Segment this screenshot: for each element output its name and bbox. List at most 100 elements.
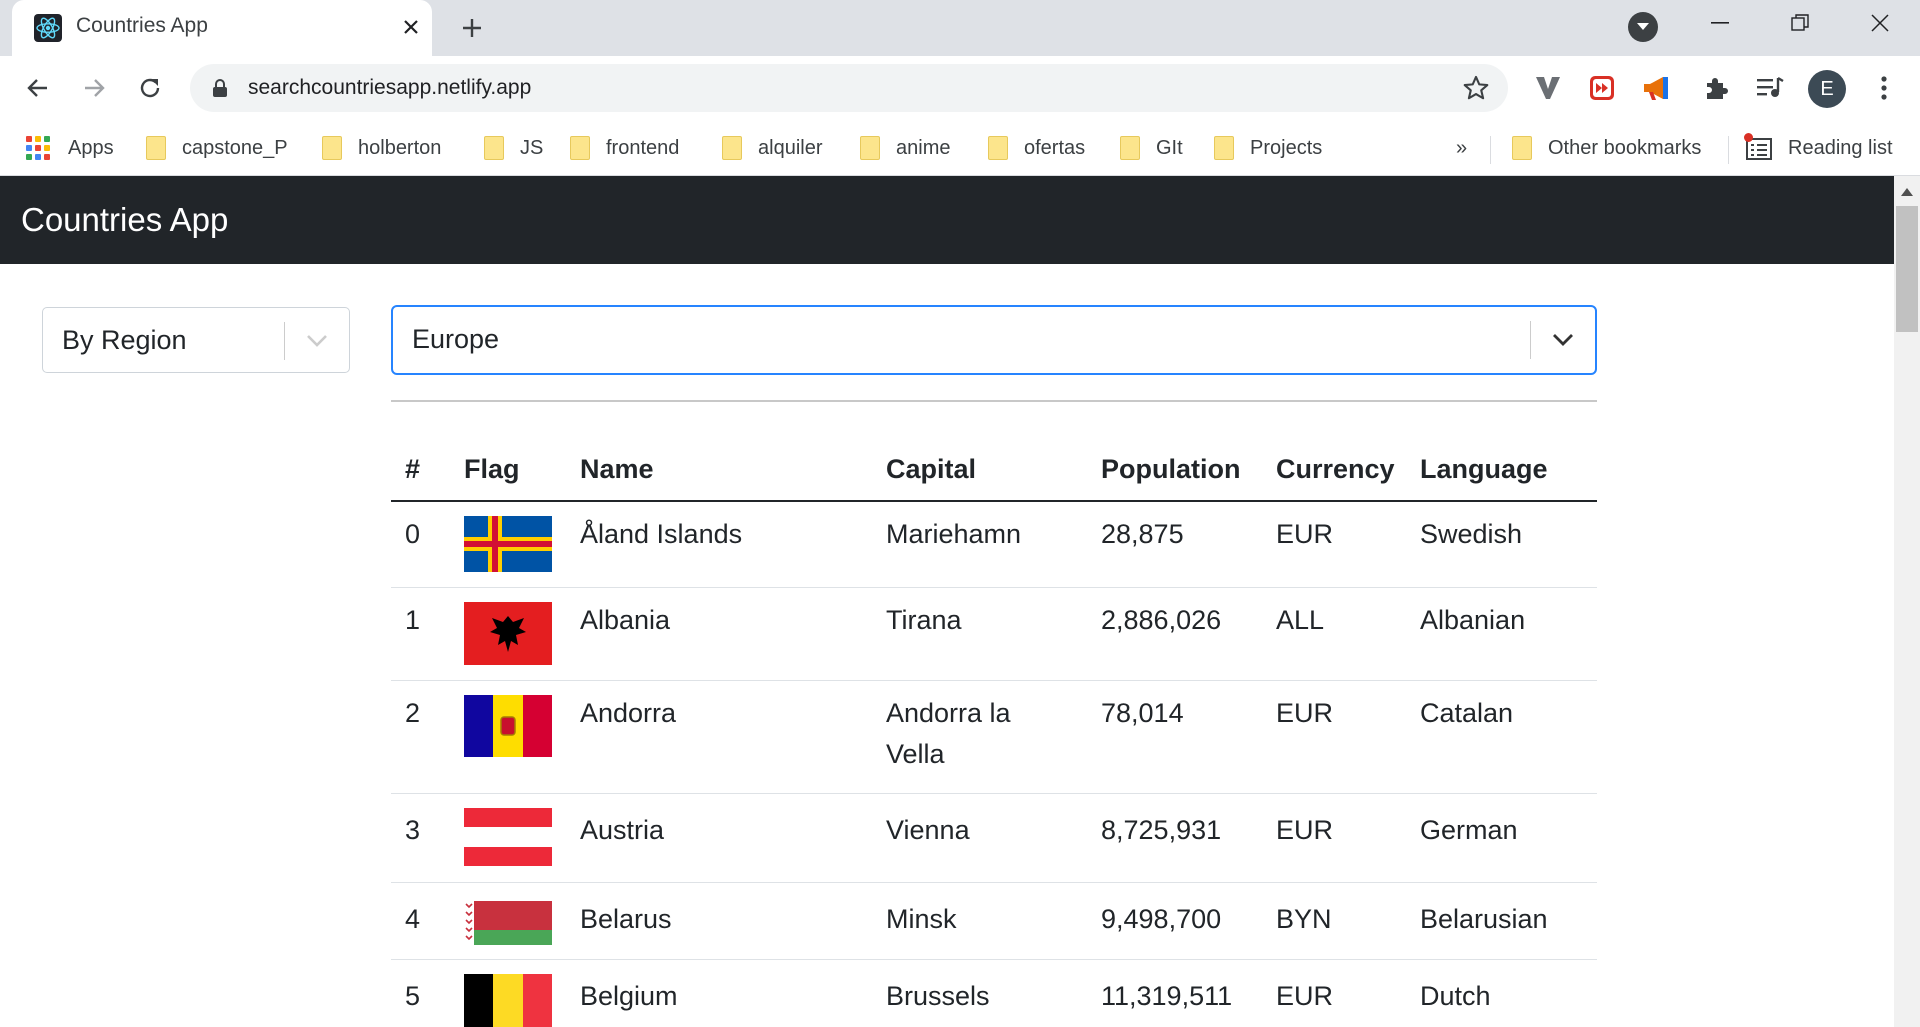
apps-grid-icon <box>26 136 50 160</box>
bookmark-apps[interactable]: Apps <box>26 130 114 166</box>
cell-language: German <box>1420 815 1518 845</box>
bookmark-label: JS <box>520 136 544 159</box>
table-header: # Flag Name Capital Population Currency … <box>391 444 1597 502</box>
column-header-capital: Capital <box>886 454 977 484</box>
profile-avatar[interactable]: E <box>1808 70 1846 108</box>
tab-close-icon[interactable] <box>394 10 428 44</box>
bookmark-folder-git[interactable]: GIt <box>1120 130 1183 166</box>
bookmark-folder-js[interactable]: JS <box>484 130 543 166</box>
cell-currency: ALL <box>1276 605 1325 635</box>
cell-currency: EUR <box>1276 519 1334 549</box>
folder-icon <box>860 136 880 160</box>
tab-title: Countries App <box>76 14 208 37</box>
cell-currency: EUR <box>1276 981 1334 1011</box>
bookmark-label: ofertas <box>1024 136 1086 159</box>
folder-icon <box>322 136 342 160</box>
vimeo-extension-icon[interactable] <box>1528 68 1568 108</box>
cell-population: 8,725,931 <box>1101 815 1222 845</box>
bookmarks-divider <box>1728 136 1729 164</box>
cell-index: 0 <box>405 519 421 549</box>
bookmark-folder-ofertas[interactable]: ofertas <box>988 130 1085 166</box>
address-bar[interactable]: searchcountriesapp.netlify.app <box>190 64 1508 112</box>
table-row[interactable]: 1 Albania Tirana 2,886,026 ALL Albanian <box>391 588 1597 681</box>
cell-population: 9,498,700 <box>1101 904 1222 934</box>
bookmark-label: capstone_P <box>182 136 288 159</box>
cell-language: Swedish <box>1420 519 1523 549</box>
bookmark-folder-projects[interactable]: Projects <box>1214 130 1322 166</box>
reading-list-icon <box>1744 133 1772 160</box>
chevron-down-icon[interactable] <box>297 326 337 356</box>
region-select[interactable]: Europe <box>391 305 1597 375</box>
table-row[interactable]: 3 Austria Vienna 8,725,931 EUR German <box>391 794 1597 883</box>
bookmarks-overflow-chevron-icon[interactable]: » <box>1456 130 1467 166</box>
media-queue-icon[interactable] <box>1750 68 1790 108</box>
table-row[interactable]: 2 Andorra Andorra la Vella 78,014 EUR Ca… <box>391 681 1597 794</box>
belgium-flag-image <box>464 974 552 1027</box>
bookmarks-divider <box>1490 136 1491 164</box>
bookmark-folder-alquiler[interactable]: alquiler <box>722 130 822 166</box>
new-tab-button[interactable] <box>453 9 491 47</box>
back-button[interactable] <box>18 68 58 108</box>
restore-button[interactable] <box>1760 0 1840 46</box>
table-row[interactable]: 0 Åland Islands Mariehamn 28,875 EUR Swe… <box>391 502 1597 588</box>
tab-strip: Countries App <box>0 0 1920 56</box>
page-scrollbar[interactable] <box>1894 176 1920 1027</box>
app-navbar: Countries App <box>0 176 1894 264</box>
bookmark-label: Other bookmarks <box>1548 136 1702 159</box>
folder-icon <box>1214 136 1234 160</box>
divider <box>391 400 1597 402</box>
folder-icon <box>146 136 166 160</box>
table-row[interactable]: 5 Belgium Brussels 11,319,511 EUR Dutch <box>391 960 1597 1027</box>
browser-toolbar: searchcountriesapp.netlify.app E <box>0 56 1920 120</box>
cell-population: 11,319,511 <box>1101 981 1233 1011</box>
app-brand[interactable]: Countries App <box>21 201 228 239</box>
bookmark-star-icon[interactable] <box>1462 74 1490 107</box>
cell-language: Belarusian <box>1420 904 1548 934</box>
cell-currency: BYN <box>1276 904 1332 934</box>
cell-capital: Andorra la Vella <box>886 698 1011 769</box>
cell-name: Andorra <box>580 698 677 728</box>
browser-tab[interactable]: Countries App <box>12 0 432 56</box>
column-header-population: Population <box>1101 454 1241 484</box>
bookmark-folder-anime[interactable]: anime <box>860 130 950 166</box>
column-header-flag: Flag <box>464 454 520 484</box>
minimize-button[interactable] <box>1680 0 1760 46</box>
extensions-puzzle-icon[interactable] <box>1696 68 1736 108</box>
scroll-thumb[interactable] <box>1896 206 1918 332</box>
bookmark-folder-other[interactable]: Other bookmarks <box>1512 130 1701 166</box>
tab-search-icon[interactable] <box>1628 12 1658 42</box>
filter-type-select[interactable]: By Region <box>42 307 350 373</box>
bookmark-label: alquiler <box>758 136 823 159</box>
cell-index: 3 <box>405 815 421 845</box>
cell-language: Albanian <box>1420 605 1526 635</box>
megaphone-extension-icon[interactable] <box>1636 68 1676 108</box>
cell-population: 2,886,026 <box>1101 605 1222 635</box>
select-divider <box>284 322 285 360</box>
bookmark-label: holberton <box>358 136 442 159</box>
chevron-down-icon[interactable] <box>1541 325 1585 355</box>
andorra-flag-image <box>464 695 552 757</box>
close-window-button[interactable] <box>1840 0 1920 46</box>
browser-menu-icon[interactable] <box>1864 68 1904 108</box>
folder-icon <box>570 136 590 160</box>
forward-button[interactable] <box>74 68 114 108</box>
scroll-up-arrow-icon[interactable] <box>1901 188 1913 196</box>
reload-button[interactable] <box>130 68 170 108</box>
cell-language: Dutch <box>1420 981 1491 1011</box>
countries-table: # Flag Name Capital Population Currency … <box>391 444 1597 1027</box>
table-row[interactable]: 4 Belarus Minsk 9,498,700 BYN Belarusian <box>391 883 1597 960</box>
bookmarks-bar: Apps capstone_P holberton JS frontend al… <box>0 120 1920 176</box>
bookmark-label: Projects <box>1250 136 1323 159</box>
cell-capital: Vienna <box>886 815 970 845</box>
bookmark-folder-holberton[interactable]: holberton <box>322 130 441 166</box>
bookmark-label: GIt <box>1156 136 1183 159</box>
bookmark-folder-frontend[interactable]: frontend <box>570 130 679 166</box>
folder-icon <box>484 136 504 160</box>
lock-icon[interactable] <box>212 78 228 103</box>
bookmark-folder-capstone[interactable]: capstone_P <box>146 130 288 166</box>
cell-language: Catalan <box>1420 698 1514 728</box>
url-text[interactable]: searchcountriesapp.netlify.app <box>248 76 531 100</box>
reading-list-button[interactable]: Reading list <box>1744 130 1893 166</box>
cell-name: Belgium <box>580 981 678 1011</box>
video-speed-extension-icon[interactable] <box>1582 68 1622 108</box>
